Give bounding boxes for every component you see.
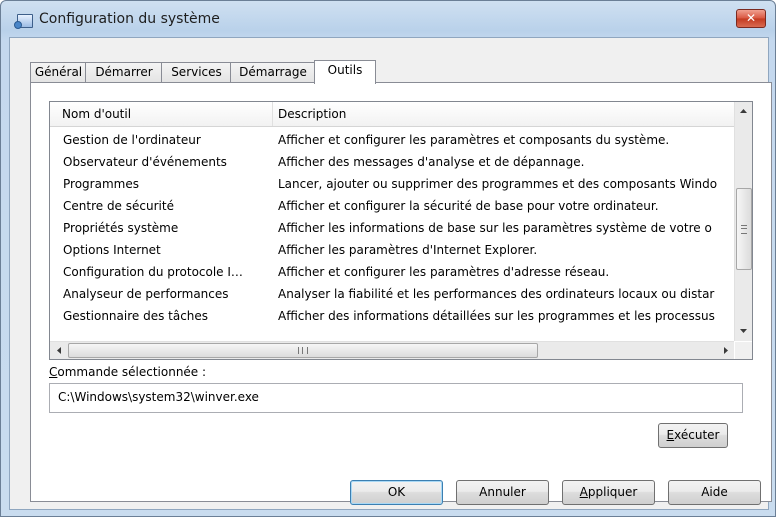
grip-icon: [741, 225, 747, 234]
tools-list[interactable]: Nom d'outil Description Gestion de l'ord…: [49, 101, 753, 360]
horizontal-scroll-thumb[interactable]: [68, 343, 538, 358]
vertical-scroll-thumb[interactable]: [736, 188, 752, 270]
tool-name: Analyseur de performances: [63, 287, 229, 301]
cancel-button[interactable]: Annuler: [456, 480, 549, 505]
vertical-scrollbar[interactable]: [734, 102, 752, 341]
column-divider[interactable]: [272, 102, 273, 126]
tool-description: Analyser la fiabilité et les performance…: [278, 287, 715, 301]
tool-description: Afficher et configurer la sécurité de ba…: [278, 199, 659, 213]
tool-name: Options Internet: [63, 243, 161, 257]
help-button[interactable]: Aide: [668, 480, 761, 505]
tab-outils[interactable]: Outils: [314, 60, 376, 84]
scroll-left-arrow-icon: [57, 347, 61, 354]
apply-button[interactable]: Appliquer: [562, 480, 655, 505]
list-item[interactable]: Centre de sécurité Afficher et configure…: [50, 196, 734, 218]
title-bar[interactable]: Configuration du système ✕: [1, 1, 775, 37]
scrollbar-corner: [735, 342, 752, 359]
column-header-name[interactable]: Nom d'outil: [62, 107, 131, 121]
scroll-right-arrow-icon: [724, 347, 728, 354]
tool-name: Propriétés système: [63, 221, 179, 235]
list-item[interactable]: Programmes Lancer, ajouter ou supprimer …: [50, 174, 734, 196]
list-item[interactable]: Options Internet Afficher les paramètres…: [50, 240, 734, 262]
selected-command-input[interactable]: [50, 384, 738, 410]
selected-command-label: Commande sélectionnée :: [49, 365, 206, 379]
grip-icon: [298, 347, 308, 354]
list-item[interactable]: Analyseur de performances Analyser la fi…: [50, 284, 734, 306]
list-rows: Gestion de l'ordinateur Afficher et conf…: [50, 130, 734, 340]
label-text: ommande sélectionnée :: [57, 365, 207, 379]
access-key: E: [666, 428, 675, 442]
list-header: Nom d'outil Description: [50, 102, 734, 127]
tool-description: Afficher et configurer les paramètres d'…: [278, 265, 610, 279]
tools-tab-panel: Nom d'outil Description Gestion de l'ord…: [30, 82, 772, 502]
tool-description: Afficher les paramètres d'Internet Explo…: [278, 243, 538, 257]
window-title: Configuration du système: [39, 11, 220, 27]
tool-name: Centre de sécurité: [63, 199, 174, 213]
list-item[interactable]: Gestion de l'ordinateur Afficher et conf…: [50, 130, 734, 152]
tool-name: Observateur d'événements: [63, 155, 227, 169]
tab-demarrage[interactable]: Démarrage: [230, 62, 316, 83]
tool-name: Programmes: [63, 177, 139, 191]
tab-services[interactable]: Services: [161, 62, 232, 83]
tool-description: Afficher et configurer les paramètres et…: [278, 133, 670, 147]
selected-command-field[interactable]: [49, 383, 743, 413]
tool-name: Gestionnaire des tâches: [63, 309, 209, 323]
button-label: ppliquer: [587, 485, 638, 499]
dialog-client-area: Général Démarrer Services Démarrage Outi…: [9, 37, 772, 510]
list-item[interactable]: Gestionnaire des tâches Afficher des inf…: [50, 306, 734, 328]
list-item[interactable]: Propriétés système Afficher les informat…: [50, 218, 734, 240]
column-header-description[interactable]: Description: [278, 107, 346, 121]
msconfig-icon: [14, 14, 33, 29]
tool-name: Gestion de l'ordinateur: [63, 133, 201, 147]
execute-button[interactable]: Exécuter: [658, 423, 728, 448]
scroll-up-arrow-icon: [740, 109, 747, 113]
tab-demarrer[interactable]: Démarrer: [85, 62, 163, 83]
tool-description: Lancer, ajouter ou supprimer des program…: [278, 177, 718, 191]
close-button[interactable]: ✕: [736, 9, 766, 28]
tool-description: Afficher des informations détaillées sur…: [278, 309, 715, 323]
dialog-window: Configuration du système ✕ Général Démar…: [0, 0, 776, 517]
ok-button[interactable]: OK: [350, 480, 443, 505]
list-item[interactable]: Configuration du protocole I… Afficher e…: [50, 262, 734, 284]
horizontal-scrollbar[interactable]: [50, 341, 734, 359]
scroll-down-arrow-icon: [740, 329, 747, 333]
tab-general[interactable]: Général: [30, 62, 87, 83]
tool-description: Afficher des messages d'analyse et de dé…: [278, 155, 585, 169]
button-label: xécuter: [674, 428, 720, 442]
tool-name: Configuration du protocole I…: [63, 265, 243, 279]
tool-description: Afficher les informations de base sur le…: [278, 221, 712, 235]
list-item[interactable]: Observateur d'événements Afficher des me…: [50, 152, 734, 174]
access-key: A: [579, 485, 588, 499]
